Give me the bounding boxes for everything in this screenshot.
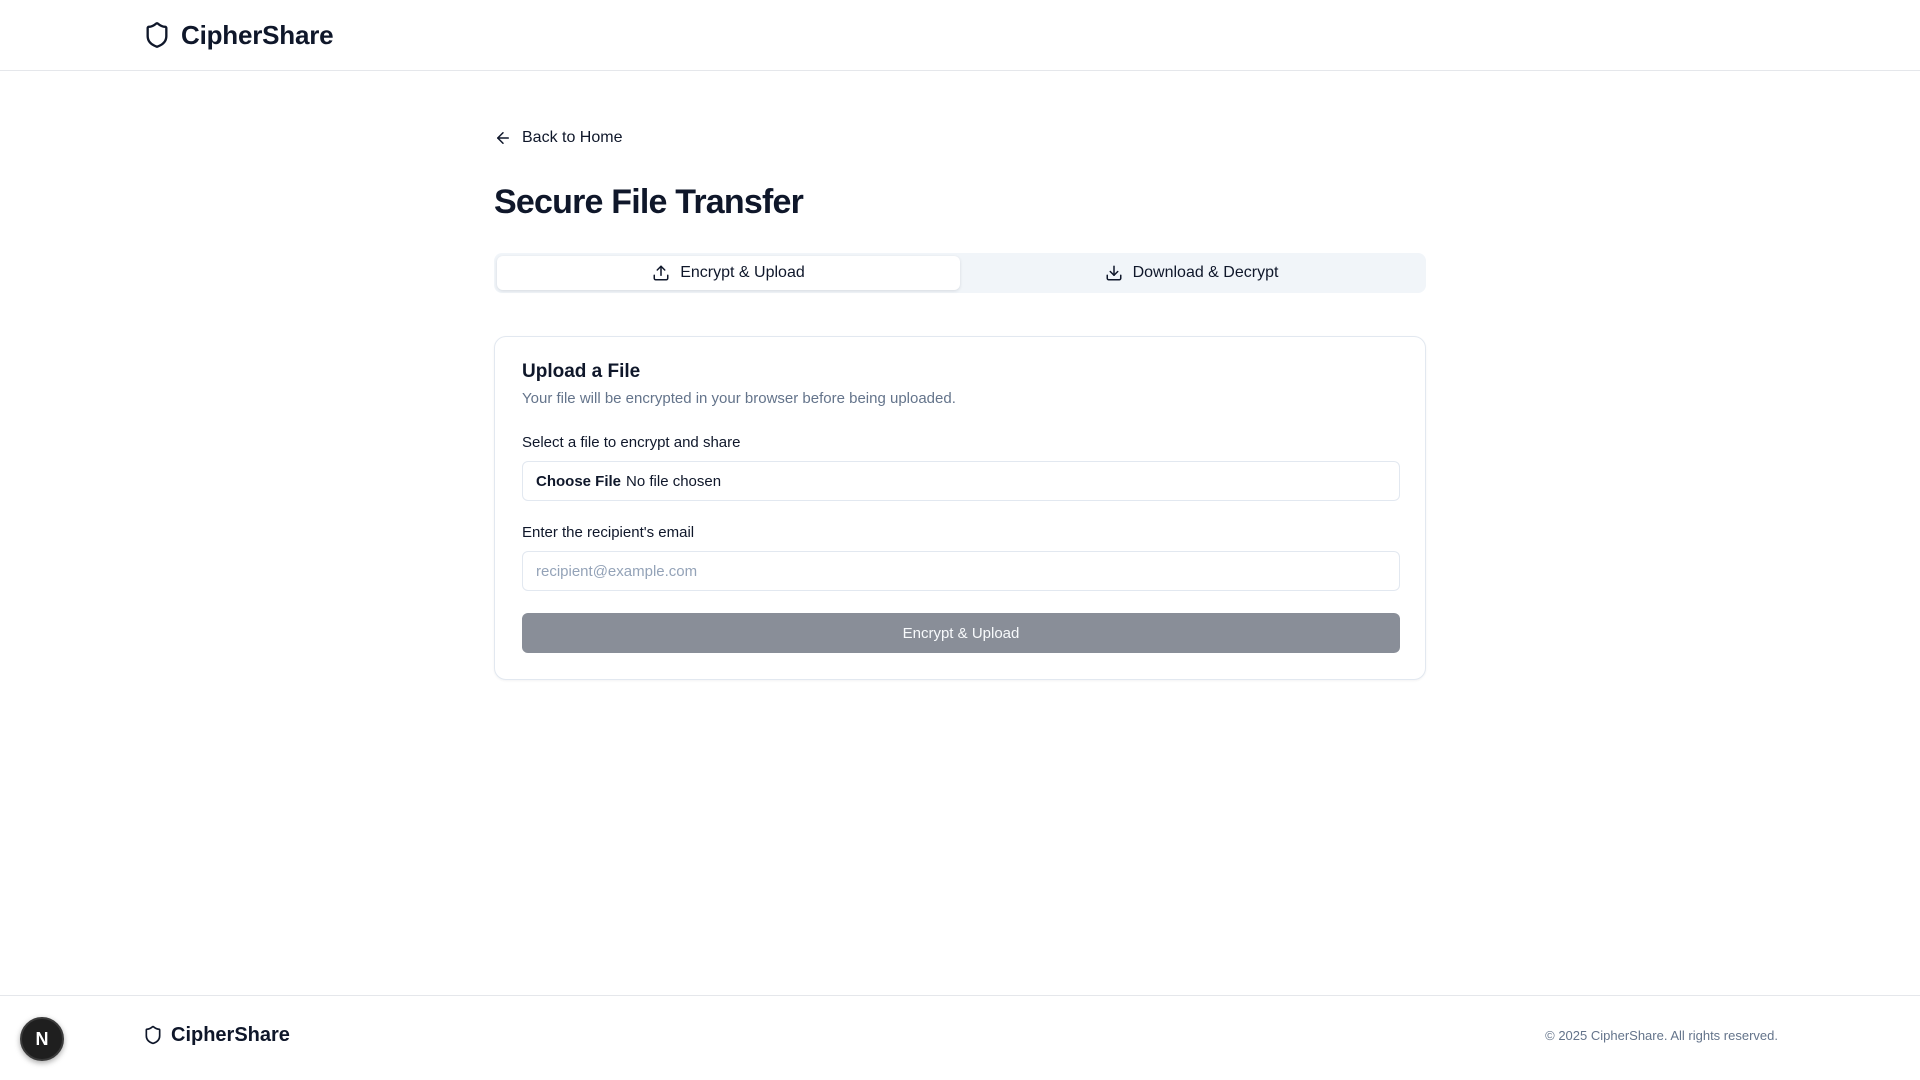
card-description: Your file will be encrypted in your brow… [522,390,956,407]
brand-name: CipherShare [181,19,334,50]
site-header: CipherShare [0,0,1920,71]
shield-icon [145,1025,161,1045]
footer-brand: CipherShare [143,1020,290,1050]
tab-label: Encrypt & Upload [680,264,805,281]
tab-label: Download & Decrypt [1132,264,1279,281]
site-footer: CipherShare © 2025 CipherShare. All righ… [0,995,1920,1080]
file-field-label: Select a file to encrypt and share [522,434,741,451]
email-field-label: Enter the recipient's email [522,524,695,541]
page-title: Secure File Transfer [494,183,804,221]
brand-logo-link[interactable]: CipherShare [143,18,334,52]
recipient-email-input[interactable] [522,551,1400,591]
back-link-label: Back to Home [522,129,623,146]
upload-icon [653,265,669,281]
encrypt-upload-button[interactable]: Encrypt & Upload [522,613,1400,653]
download-icon [1106,265,1122,281]
upload-card: Upload a File Your file will be encrypte… [494,336,1426,680]
choose-file-button[interactable]: Choose File [536,473,621,490]
file-input[interactable]: Choose File No file chosen [522,461,1400,501]
tab-list: Encrypt & Upload Download & Decrypt [494,253,1426,293]
shield-icon [146,22,168,48]
tab-encrypt-upload[interactable]: Encrypt & Upload [497,256,960,290]
back-to-home-link[interactable]: Back to Home [494,123,622,153]
footer-brand-name: CipherShare [171,1023,290,1046]
copyright-text: © 2025 CipherShare. All rights reserved. [1545,1028,1778,1043]
dev-tools-badge[interactable]: N [20,1017,64,1061]
file-status-text: No file chosen [626,472,722,490]
card-title: Upload a File [522,361,641,382]
tab-download-decrypt[interactable]: Download & Decrypt [960,256,1423,290]
arrow-left-icon [497,132,509,144]
